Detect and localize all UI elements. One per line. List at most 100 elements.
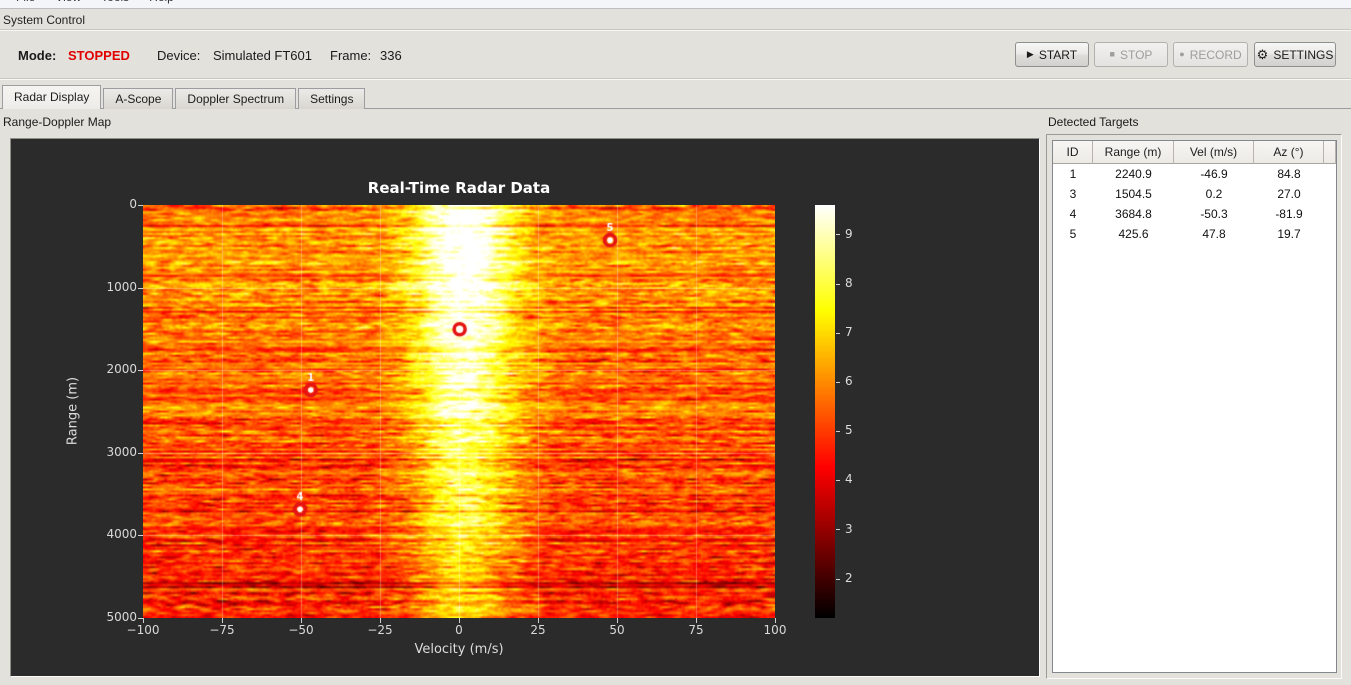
cell-vel-m-s: 0.2 — [1205, 187, 1223, 201]
separator — [0, 29, 1351, 31]
start-button-label: START — [1038, 47, 1078, 62]
x-tick-label: 25 — [530, 623, 546, 637]
gear-icon: ⚙ — [1256, 47, 1269, 62]
colorbar-tick-mark — [836, 333, 840, 334]
colorbar-tick-label: 6 — [845, 374, 853, 388]
x-tick-label: 100 — [763, 623, 787, 637]
column-header-filler — [1324, 141, 1336, 164]
column-header-az[interactable]: Az (°) — [1254, 141, 1324, 164]
menu-item-file[interactable]: File — [6, 0, 45, 8]
cell-range-m: 425.6 — [1118, 227, 1149, 241]
y-axis-label: Range (m) — [65, 376, 81, 446]
x-tick-label: −75 — [209, 623, 235, 637]
target-row[interactable]: 4 3684.8 -50.3 -81.9 — [1053, 204, 1336, 224]
y-tick-mark — [138, 535, 143, 536]
y-tick-mark — [138, 618, 143, 619]
device-label: Device: — [157, 48, 201, 63]
frame-counter: 336 — [380, 48, 402, 63]
colorbar-tick-label: 5 — [845, 423, 853, 438]
y-tick-label: 4000 — [106, 527, 137, 542]
record-button: ● RECORD — [1173, 42, 1248, 67]
y-tick-mark — [138, 370, 143, 371]
cell-az: 27.0 — [1277, 187, 1301, 201]
y-tick-mark — [138, 453, 143, 454]
plot-title: Real-Time Radar Data — [367, 179, 551, 197]
menu-bar: FileViewToolsHelp — [0, 0, 1351, 9]
separator — [0, 78, 1351, 80]
x-tick-label: 75 — [688, 623, 704, 637]
tab-doppler-spectrum[interactable]: Doppler Spectrum — [175, 88, 297, 109]
colorbar-tick-mark — [836, 431, 840, 432]
detected-targets-table[interactable]: ID Range (m) Vel (m/s) Az (°) 1 2240.9 -46.9 8… — [1052, 140, 1337, 673]
cell-id: 1 — [1069, 167, 1077, 181]
colorbar — [815, 205, 835, 618]
colorbar-tick-mark — [836, 382, 840, 383]
x-tick-label: −25 — [367, 623, 393, 637]
cell-az: 19.7 — [1277, 227, 1301, 241]
y-tick-mark — [138, 205, 143, 206]
settings-button-label: SETTINGS — [1273, 47, 1334, 62]
colorbar-tick-label: 7 — [845, 324, 853, 339]
tab-radar-display[interactable]: Radar Display — [2, 85, 102, 109]
x-axis-label: Velocity (m/s) — [414, 642, 504, 657]
play-icon: ▶ — [1026, 49, 1034, 59]
colorbar-tick-label: 2 — [845, 570, 853, 585]
y-tick-label: 0 — [129, 197, 137, 211]
colorbar-tick-label: 3 — [845, 521, 853, 536]
system-control-group-title: System Control — [3, 13, 86, 27]
mode-value: STOPPED — [68, 48, 130, 63]
detected-targets-group: ID Range (m) Vel (m/s) Az (°) 1 2240.9 -46.9 8… — [1046, 134, 1342, 679]
x-tick-label: −50 — [288, 623, 314, 637]
x-tick-label: 50 — [609, 623, 625, 637]
cell-id: 4 — [1069, 207, 1077, 221]
cell-id: 5 — [1069, 227, 1077, 241]
y-tick-label: 2000 — [106, 362, 137, 377]
tab-a-scope[interactable]: A-Scope — [103, 88, 174, 109]
cell-range-m: 1504.5 — [1115, 187, 1152, 201]
stop-icon: ■ — [1109, 49, 1115, 59]
menu-item-tools[interactable]: Tools — [91, 0, 139, 8]
frame-label: Frame: — [330, 48, 372, 63]
y-tick-label: 5000 — [106, 610, 137, 624]
stop-button-label: STOP — [1119, 47, 1153, 62]
menu-item-help[interactable]: Help — [139, 0, 184, 8]
tab-settings[interactable]: Settings — [298, 88, 366, 109]
cell-vel-m-s: -50.3 — [1200, 207, 1228, 221]
target-row[interactable]: 3 1504.5 0.2 27.0 — [1053, 184, 1336, 204]
mode-label: Mode: — [18, 48, 57, 63]
y-tick-label: 3000 — [106, 444, 137, 459]
menu-item-view[interactable]: View — [45, 0, 91, 8]
y-tick-label: 1000 — [106, 279, 137, 294]
column-header-vel-m-s[interactable]: Vel (m/s) — [1174, 141, 1254, 164]
settings-button[interactable]: ⚙ SETTINGS — [1254, 42, 1336, 67]
tab-bar: Radar Display A-Scope Doppler Spectrum Sett… — [2, 85, 367, 109]
colorbar-tick-mark — [836, 480, 840, 481]
colorbar-tick-mark — [836, 529, 840, 530]
cell-range-m: 2240.9 — [1115, 167, 1152, 181]
cell-vel-m-s: -46.9 — [1200, 167, 1228, 181]
record-button-label: RECORD — [1189, 47, 1242, 62]
record-icon: ● — [1179, 49, 1185, 59]
colorbar-tick-mark — [836, 234, 840, 235]
y-tick-mark — [138, 288, 143, 289]
table-header-row: ID Range (m) Vel (m/s) Az (°) — [1053, 141, 1336, 164]
start-button[interactable]: ▶ START — [1015, 42, 1089, 67]
cell-vel-m-s: 47.8 — [1202, 227, 1226, 241]
colorbar-tick-label: 8 — [845, 275, 853, 290]
target-row[interactable]: 1 2240.9 -46.9 84.8 — [1053, 164, 1336, 184]
colorbar-tick-label: 4 — [845, 472, 853, 487]
colorbar-tick-label: 9 — [845, 226, 853, 241]
colorbar-tick-mark — [836, 284, 840, 285]
device-value: Simulated FT601 — [213, 48, 312, 63]
range-doppler-heatmap-canvas — [143, 205, 775, 618]
cell-id: 3 — [1069, 187, 1077, 201]
x-tick-label: 0 — [455, 623, 463, 637]
column-header-id[interactable]: ID — [1053, 141, 1093, 164]
column-header-range-m[interactable]: Range (m) — [1093, 141, 1174, 164]
cell-az: -81.9 — [1275, 207, 1303, 221]
radar-app-window: { "menu": { "items": ["File", "View", "T… — [0, 0, 1351, 685]
cell-range-m: 3684.8 — [1115, 207, 1152, 221]
target-row[interactable]: 5 425.6 47.8 19.7 — [1053, 224, 1336, 244]
x-tick-label: −100 — [126, 623, 160, 637]
colorbar-tick-mark — [836, 579, 840, 580]
